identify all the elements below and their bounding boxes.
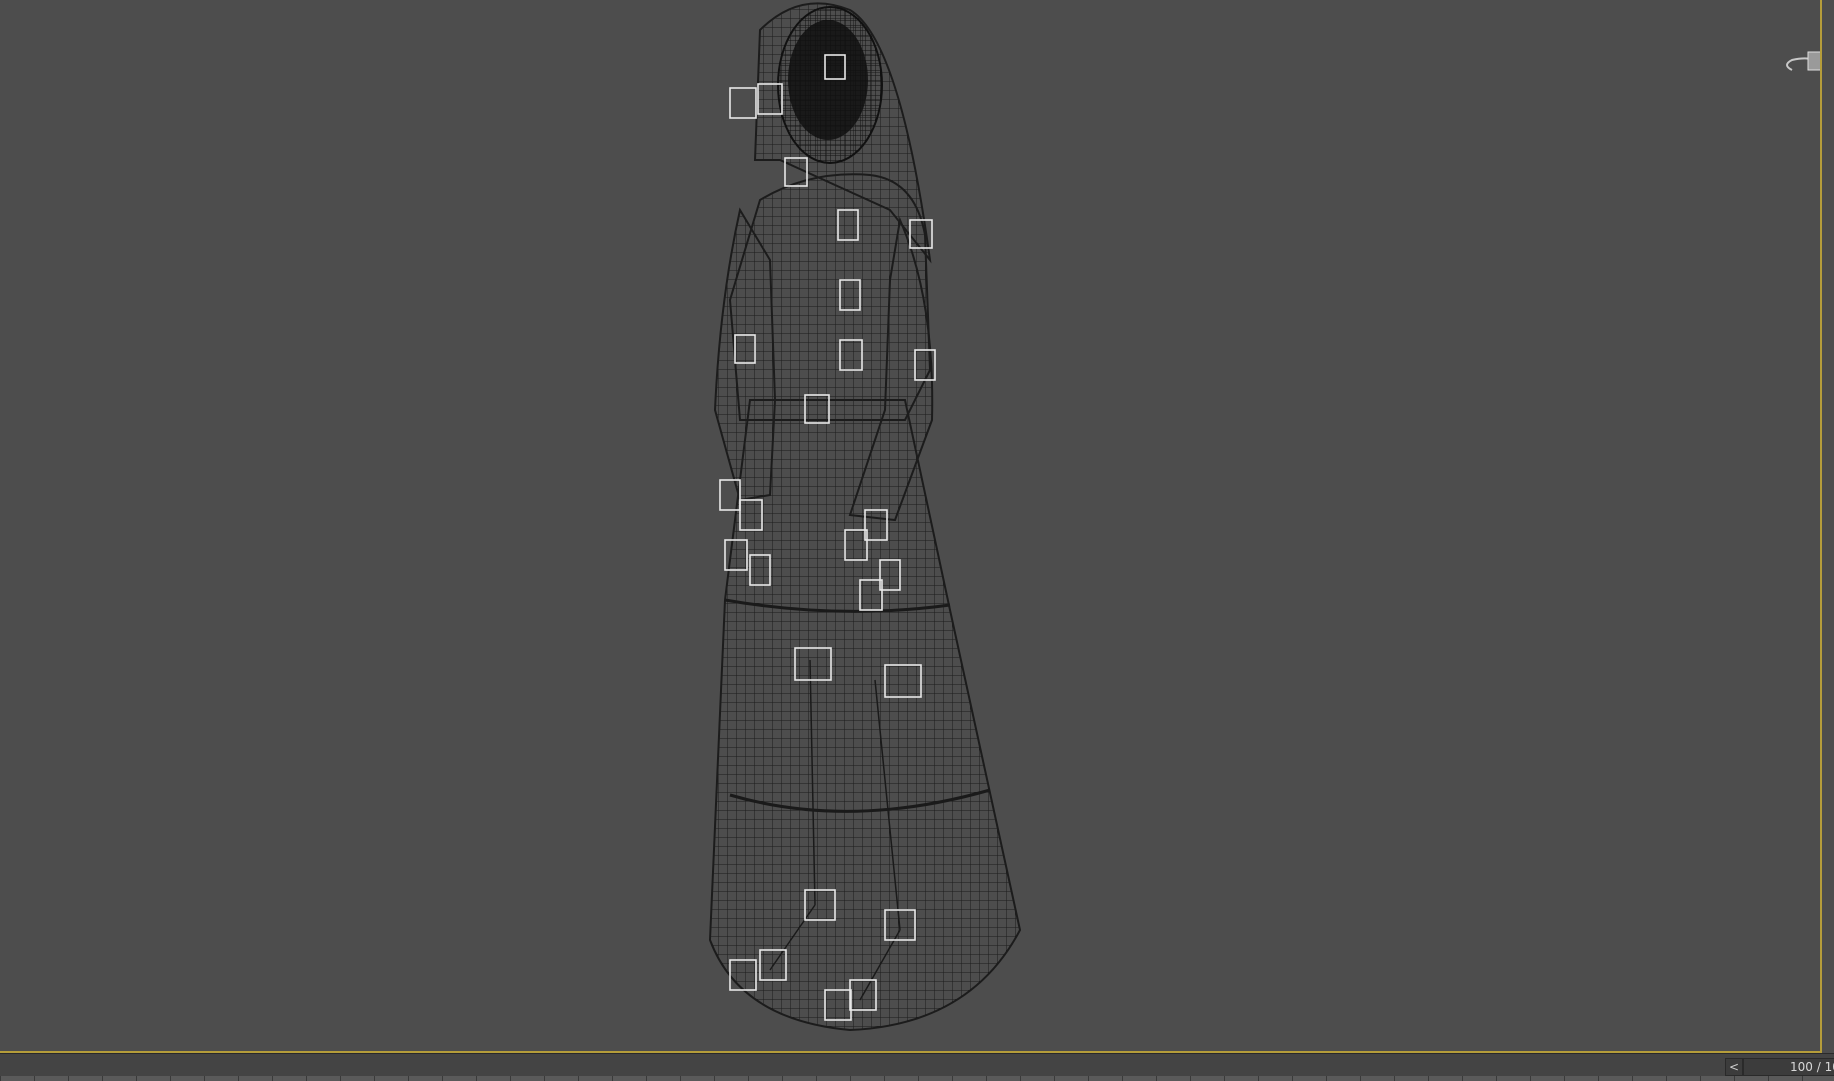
time-slider-handle[interactable]: 100 / 10	[1743, 1058, 1834, 1076]
viewport-perspective[interactable]	[0, 0, 1822, 1053]
viewcube-icon[interactable]	[1780, 30, 1820, 90]
frame-readout: 100 / 10	[1790, 1060, 1834, 1074]
chevron-left-icon[interactable]: <	[1725, 1058, 1743, 1076]
time-slider-bar: < 100 / 10	[0, 1053, 1834, 1081]
wireframe-mesh	[708, 2, 1022, 1032]
timeline-track[interactable]	[0, 1076, 1834, 1081]
wireframe-character-model[interactable]	[700, 0, 1120, 1040]
